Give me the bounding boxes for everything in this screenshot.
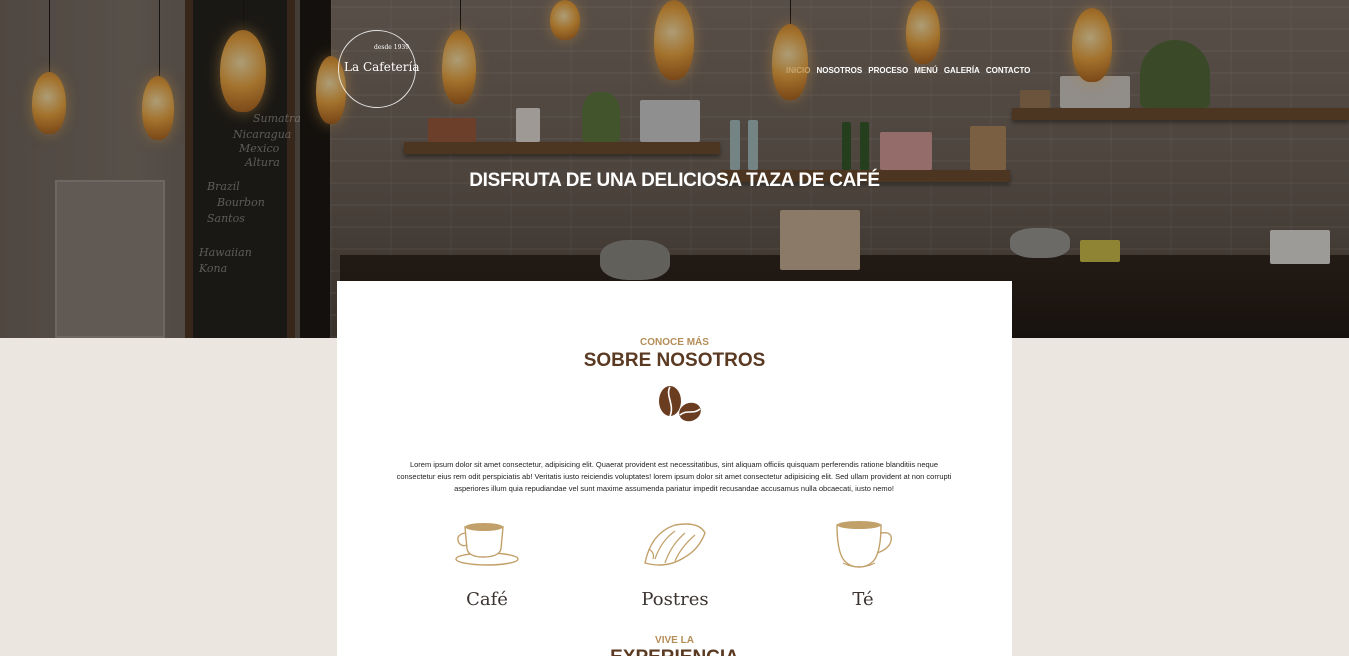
main-nav: INICIO NOSOTROS PROCESO MENÚ GALERÍA CON… (786, 66, 1030, 75)
feature-te[interactable]: Té (803, 519, 923, 619)
coffee-beans-icon (659, 386, 701, 422)
experience-eyebrow: VIVE LA (655, 635, 694, 646)
nav-item-proceso[interactable]: PROCESO (868, 66, 908, 75)
coffee-cup-icon (455, 523, 519, 566)
nav-item-nosotros[interactable]: NOSOTROS (816, 66, 862, 75)
feature-cafe[interactable]: Café (427, 519, 547, 619)
about-eyebrow: CONOCE MÁS (640, 337, 709, 348)
feature-label-postres: Postres (641, 589, 709, 610)
nav-item-menu[interactable]: MENÚ (914, 66, 938, 75)
feature-label-te: Té (852, 589, 874, 610)
croissant-icon (644, 523, 706, 566)
feature-label-cafe: Café (466, 589, 508, 610)
about-section: CONOCE MÁS SOBRE NOSOTROS Lorem ipsum do… (337, 281, 1012, 656)
experience-title: EXPERIENCIA (337, 647, 1012, 656)
logo-name[interactable]: La Cafetería (344, 60, 419, 74)
tea-cup-icon (836, 521, 892, 568)
nav-item-galeria[interactable]: GALERÍA (944, 66, 980, 75)
nav-item-contacto[interactable]: CONTACTO (986, 66, 1031, 75)
nav-item-inicio[interactable]: INICIO (786, 66, 810, 75)
about-title: SOBRE NOSOTROS (583, 350, 766, 371)
about-text: Lorem ipsum dolor sit amet consectetur, … (396, 460, 952, 493)
feature-postres[interactable]: Postres (615, 519, 735, 619)
logo-since: desde 1939 (374, 44, 410, 51)
hero-title: DISFRUTA DE UNA DELICIOSA TAZA DE CAFÉ (469, 170, 880, 191)
